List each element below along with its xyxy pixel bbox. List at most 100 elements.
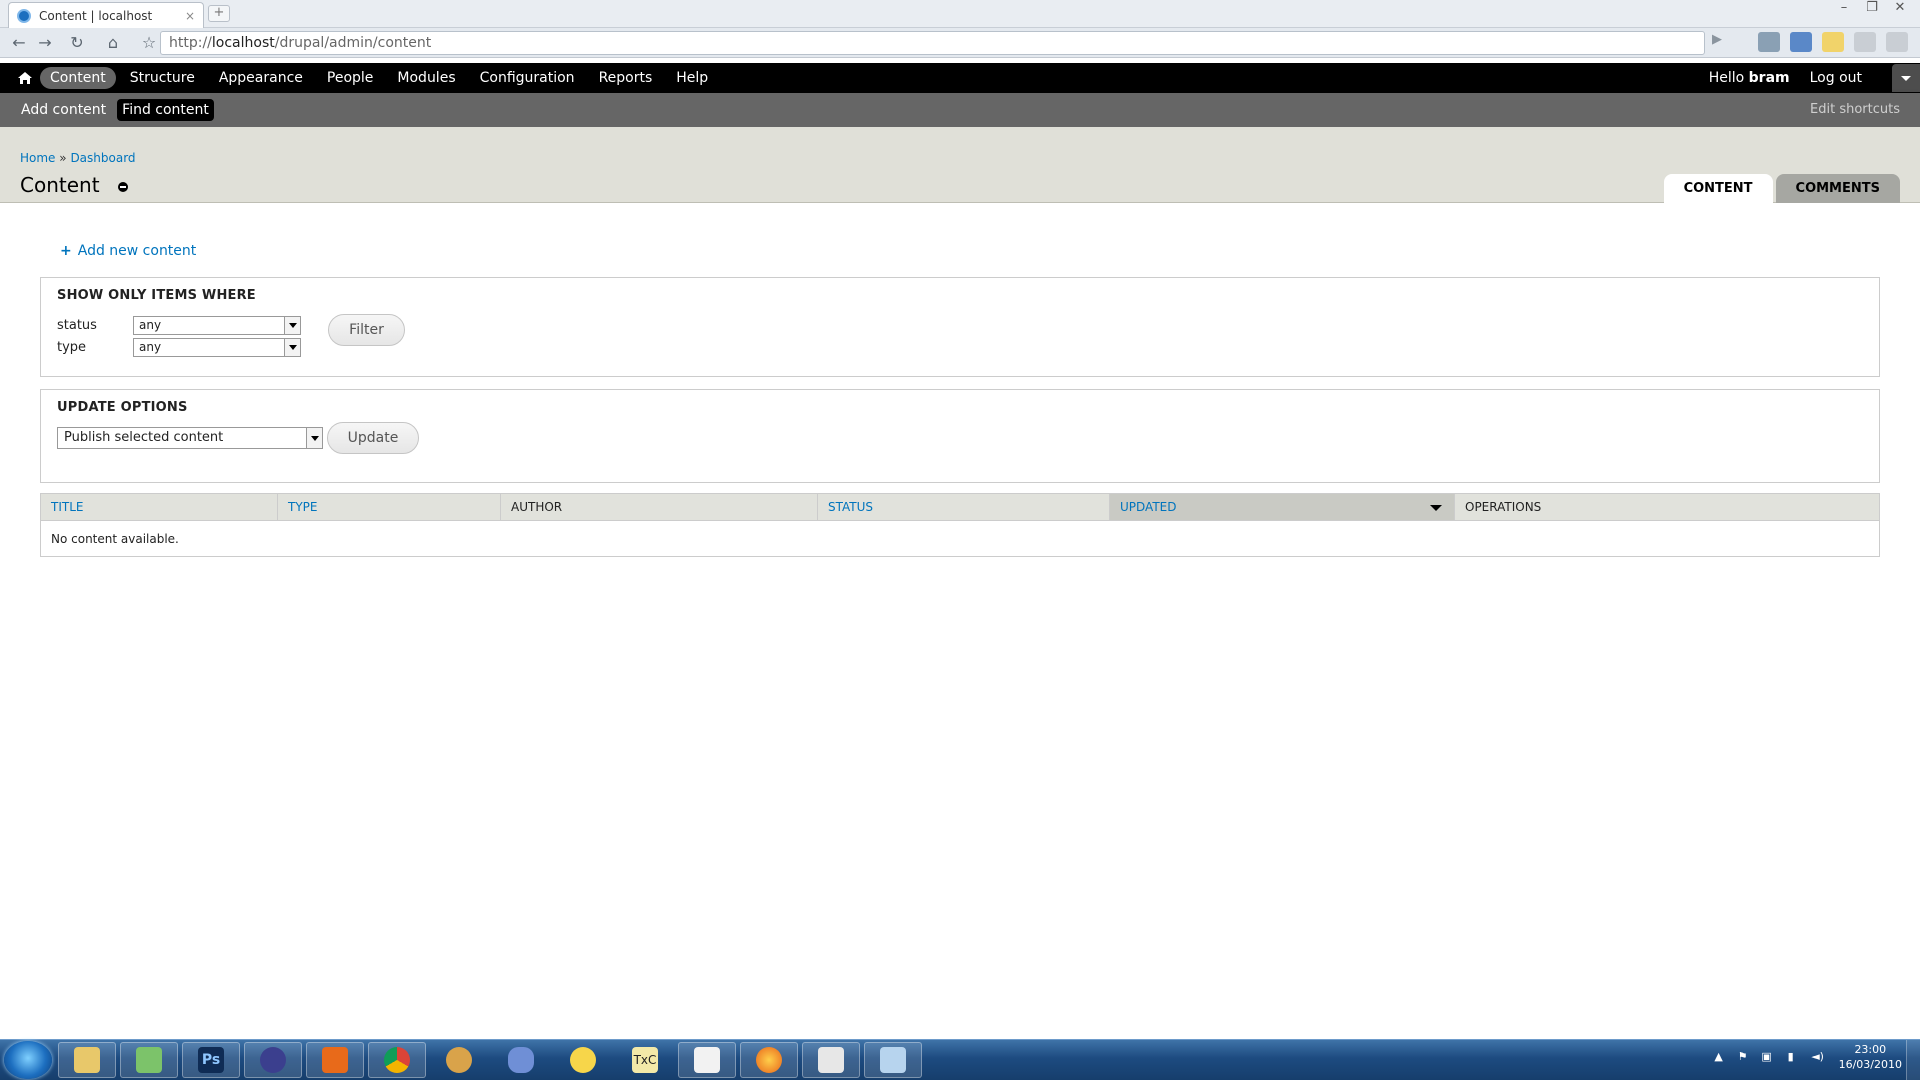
minimize-button[interactable]: – bbox=[1836, 0, 1852, 15]
address-bar[interactable]: http://localhost/drupal/admin/content bbox=[160, 31, 1705, 55]
status-label: status bbox=[57, 318, 97, 333]
filter-button[interactable]: Filter bbox=[328, 314, 405, 346]
taskbar-people[interactable] bbox=[120, 1042, 178, 1078]
tab-close-icon[interactable]: × bbox=[185, 9, 195, 23]
photoshop-icon: Ps bbox=[198, 1047, 224, 1073]
breadcrumb-dashboard[interactable]: Dashboard bbox=[70, 151, 135, 165]
status-select-value: any bbox=[139, 318, 162, 332]
menu-content[interactable]: Content bbox=[40, 67, 116, 89]
menu-reports[interactable]: Reports bbox=[589, 67, 663, 89]
home-icon[interactable] bbox=[17, 70, 33, 86]
bookmark-star-icon[interactable]: ☆ bbox=[138, 32, 160, 54]
forward-arrow-icon[interactable]: → bbox=[34, 32, 56, 54]
chevron-down-icon[interactable] bbox=[306, 428, 322, 448]
extension-icon[interactable] bbox=[1758, 32, 1780, 52]
primary-tabs: CONTENT COMMENTS bbox=[1663, 174, 1900, 203]
taskbar-paint[interactable] bbox=[864, 1042, 922, 1078]
taskbar-app-8[interactable] bbox=[492, 1042, 550, 1078]
logout-link[interactable]: Log out bbox=[1810, 70, 1862, 86]
column-updated-label: UPDATED bbox=[1120, 500, 1177, 514]
clock-date: 16/03/2010 bbox=[1838, 1058, 1902, 1071]
filter-fieldset: SHOW ONLY ITEMS WHERE status any type an… bbox=[40, 277, 1880, 377]
xampp-icon bbox=[322, 1047, 348, 1073]
type-filter-row: type any bbox=[57, 338, 301, 357]
content-table: TITLE TYPE AUTHOR STATUS UPDATED OPERATI… bbox=[40, 493, 1880, 557]
browser-navbar: ← → ↻ ⌂ ☆ http://localhost/drupal/admin/… bbox=[0, 28, 1920, 58]
username[interactable]: bram bbox=[1749, 70, 1790, 86]
go-icon[interactable]: ▶ bbox=[1712, 32, 1722, 47]
chevron-down-icon[interactable] bbox=[284, 317, 300, 334]
browser-titlebar: Content | localhost × + – ❐ ✕ bbox=[0, 0, 1920, 28]
add-new-content-link[interactable]: + Add new content bbox=[60, 243, 196, 259]
type-select[interactable]: any bbox=[133, 338, 301, 357]
toolbar-drawer-toggle[interactable] bbox=[1892, 64, 1920, 92]
page-title: Content bbox=[20, 173, 100, 197]
menu-structure[interactable]: Structure bbox=[120, 67, 205, 89]
lightbulb-icon bbox=[570, 1047, 596, 1073]
show-desktop-button[interactable] bbox=[1906, 1040, 1920, 1080]
taskbar-apps: Ps TxC bbox=[58, 1042, 922, 1078]
menu-help[interactable]: Help bbox=[666, 67, 718, 89]
app-icon bbox=[508, 1047, 534, 1073]
volume-icon[interactable]: ◄) bbox=[1809, 1051, 1827, 1063]
remove-shortcut-icon[interactable] bbox=[117, 182, 128, 192]
taskbar-eclipse[interactable] bbox=[244, 1042, 302, 1078]
paint-icon bbox=[880, 1047, 906, 1073]
menu-modules[interactable]: Modules bbox=[387, 67, 465, 89]
window-controls: – ❐ ✕ bbox=[1836, 0, 1908, 15]
page-title-wrap: Content bbox=[20, 173, 128, 197]
menu-appearance[interactable]: Appearance bbox=[209, 67, 313, 89]
taskbar-firefox[interactable] bbox=[740, 1042, 798, 1078]
start-orb-icon[interactable] bbox=[4, 1041, 52, 1079]
column-updated[interactable]: UPDATED bbox=[1109, 493, 1455, 521]
update-button[interactable]: Update bbox=[327, 422, 419, 454]
taskbar-lightbulb[interactable] bbox=[554, 1042, 612, 1078]
tab-comments[interactable]: COMMENTS bbox=[1775, 174, 1900, 203]
taskbar-app-7[interactable] bbox=[430, 1042, 488, 1078]
tab-title: Content | localhost bbox=[39, 8, 153, 23]
wrench-menu-icon[interactable] bbox=[1886, 32, 1908, 52]
column-status[interactable]: STATUS bbox=[817, 493, 1110, 521]
breadcrumb-home[interactable]: Home bbox=[20, 151, 55, 165]
column-type[interactable]: TYPE bbox=[277, 493, 501, 521]
taskbar-texniccenter[interactable]: TxC bbox=[616, 1042, 674, 1078]
home-icon[interactable]: ⌂ bbox=[102, 32, 124, 54]
show-hidden-icons-icon[interactable]: ▲ bbox=[1713, 1051, 1725, 1063]
tab-content[interactable]: CONTENT bbox=[1663, 174, 1773, 203]
shortcut-find-content[interactable]: Find content bbox=[117, 99, 214, 121]
taskbar-explorer[interactable] bbox=[58, 1042, 116, 1078]
clock[interactable]: 23:00 16/03/2010 bbox=[1839, 1042, 1902, 1072]
network-icon[interactable]: ▮ bbox=[1785, 1051, 1797, 1063]
update-action-value: Publish selected content bbox=[64, 430, 224, 445]
taskbar-xampp[interactable] bbox=[306, 1042, 364, 1078]
new-tab-button[interactable]: + bbox=[208, 5, 230, 22]
close-window-button[interactable]: ✕ bbox=[1892, 0, 1908, 15]
extension-icon[interactable] bbox=[1822, 32, 1844, 52]
page-menu-icon[interactable] bbox=[1854, 32, 1876, 52]
plus-icon: + bbox=[60, 243, 72, 259]
menu-people[interactable]: People bbox=[317, 67, 384, 89]
taskbar-photoshop[interactable]: Ps bbox=[182, 1042, 240, 1078]
action-center-flag-icon[interactable]: ⚑ bbox=[1737, 1051, 1749, 1063]
status-filter-row: status any bbox=[57, 316, 301, 335]
eclipse-icon bbox=[260, 1047, 286, 1073]
restore-button[interactable]: ❐ bbox=[1864, 0, 1880, 15]
column-title[interactable]: TITLE bbox=[40, 493, 278, 521]
chevron-down-icon[interactable] bbox=[284, 339, 300, 356]
safely-remove-icon[interactable]: ▣ bbox=[1761, 1051, 1773, 1063]
taskbar-chrome[interactable] bbox=[368, 1042, 426, 1078]
shortcut-add-content[interactable]: Add content bbox=[16, 99, 111, 121]
page-header: Home » Dashboard Content CONTENT COMMENT… bbox=[0, 127, 1920, 203]
reload-icon[interactable]: ↻ bbox=[66, 32, 88, 54]
type-label: type bbox=[57, 340, 87, 355]
menu-configuration[interactable]: Configuration bbox=[470, 67, 585, 89]
extension-icon[interactable] bbox=[1790, 32, 1812, 52]
browser-tab[interactable]: Content | localhost × bbox=[8, 2, 204, 28]
back-arrow-icon[interactable]: ← bbox=[8, 32, 30, 54]
status-select[interactable]: any bbox=[133, 316, 301, 335]
taskbar-notepad[interactable] bbox=[678, 1042, 736, 1078]
taskbar-java[interactable] bbox=[802, 1042, 860, 1078]
url-host: localhost bbox=[211, 35, 275, 51]
edit-shortcuts-link[interactable]: Edit shortcuts bbox=[1810, 102, 1900, 117]
update-action-select[interactable]: Publish selected content bbox=[57, 427, 323, 449]
